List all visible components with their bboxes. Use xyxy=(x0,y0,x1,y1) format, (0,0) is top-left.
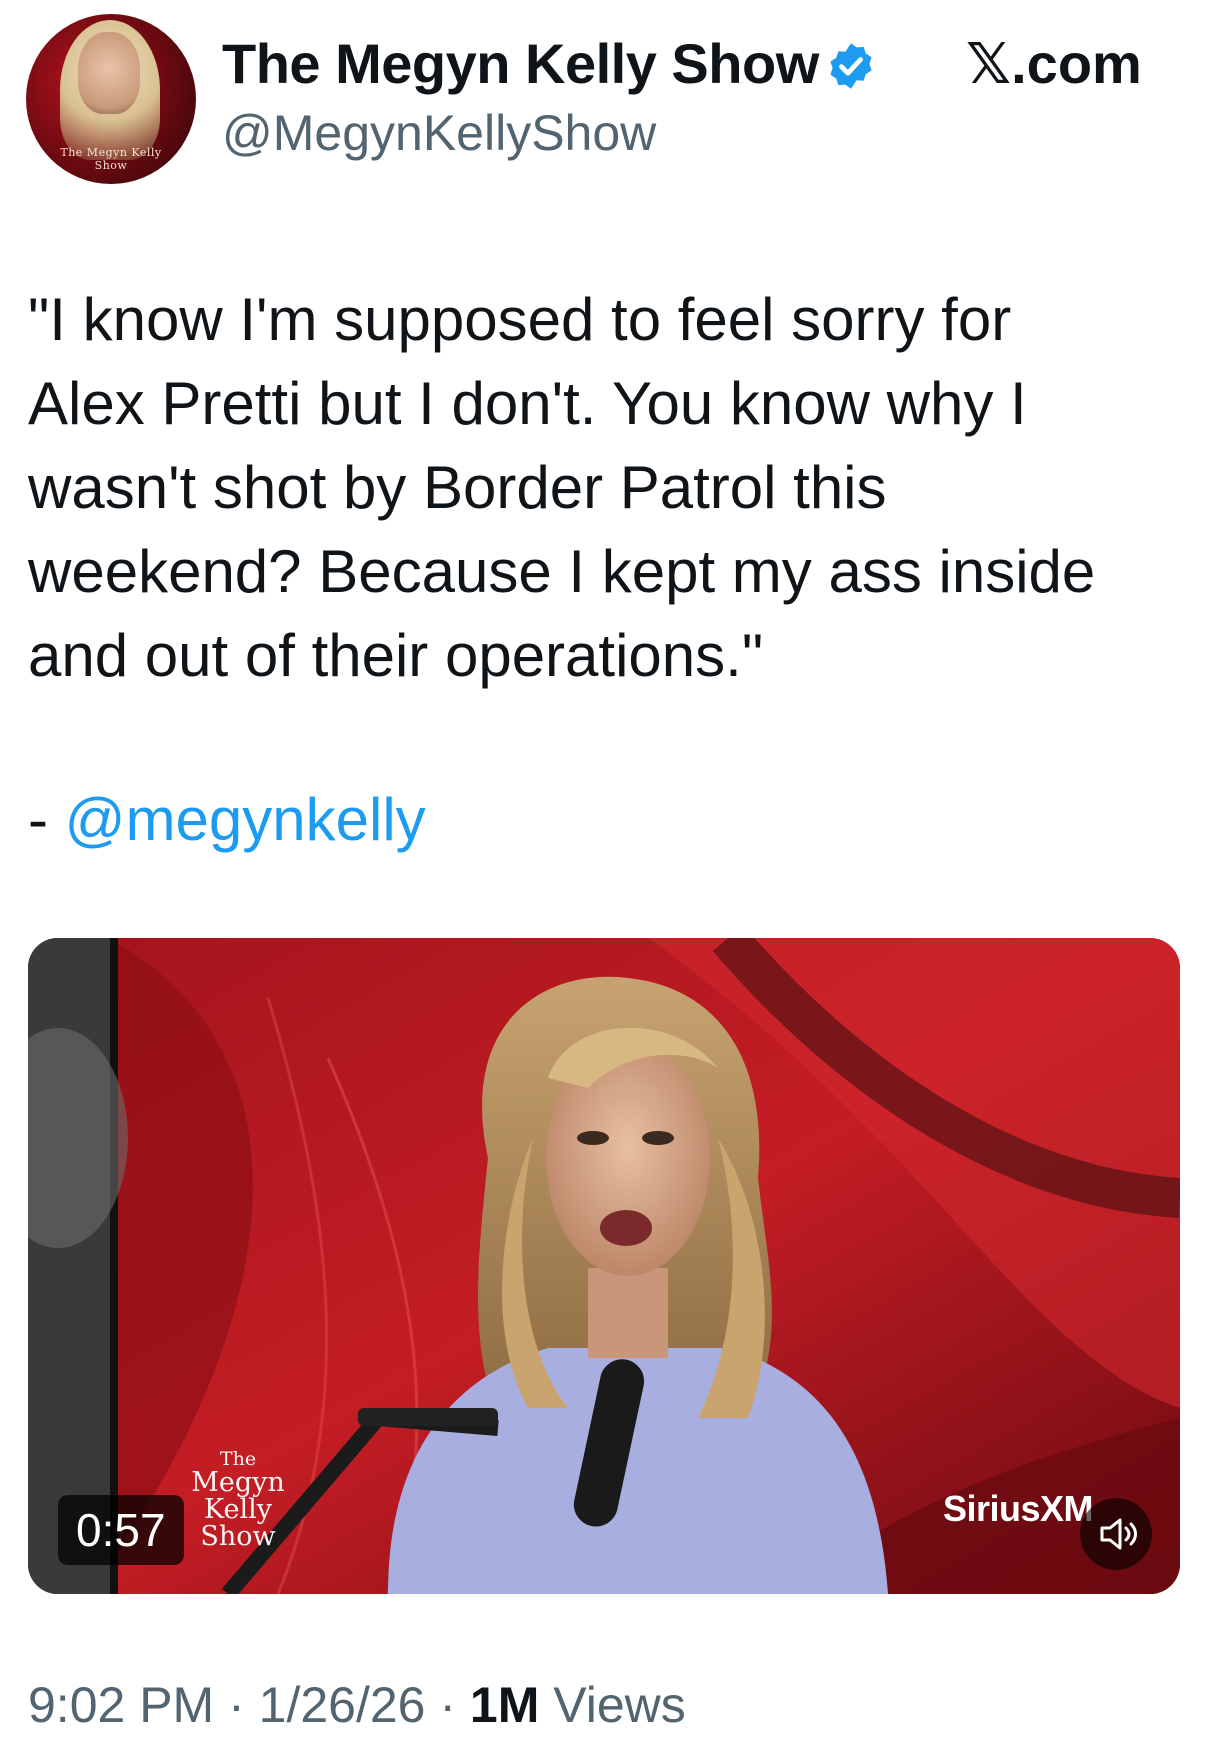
avatar-face xyxy=(78,32,140,114)
handle[interactable]: @MegynKellyShow xyxy=(222,108,656,158)
video-duration: 0:57 xyxy=(58,1495,184,1565)
separator-dot: · xyxy=(214,1677,259,1733)
profile-avatar[interactable]: The Megyn Kelly Show xyxy=(26,14,196,184)
display-name[interactable]: The Megyn Kelly Show xyxy=(222,36,819,92)
mute-button[interactable] xyxy=(1080,1498,1152,1570)
tweet-meta: 9:02 PM · 1/26/26 · 1M Views xyxy=(28,1680,686,1730)
siriusxm-watermark: SiriusXM xyxy=(943,1488,1094,1529)
views-label[interactable]: Views xyxy=(539,1677,685,1733)
views-count[interactable]: 1M xyxy=(470,1677,539,1733)
attribution-prefix: - xyxy=(28,786,65,853)
show-logo-line: Megyn xyxy=(191,1467,285,1498)
avatar-logo-text: The Megyn Kelly Show xyxy=(60,146,162,172)
tweet-time[interactable]: 9:02 PM xyxy=(28,1677,214,1733)
show-logo-line: Show xyxy=(200,1521,276,1552)
mention-link[interactable]: @megynkelly xyxy=(65,786,426,853)
separator-dot: · xyxy=(425,1677,470,1733)
video-player[interactable]: 0:57 The Megyn Kelly Show SiriusXM xyxy=(28,938,1180,1594)
x-com-brand: 𝕏.com xyxy=(966,32,1142,95)
show-logo: The Megyn Kelly Show xyxy=(178,1450,298,1552)
tweet-text: "I know I'm supposed to feel sorry for A… xyxy=(28,286,1096,689)
tweet-attribution: - @megynkelly xyxy=(28,778,426,862)
speaker-muted-icon xyxy=(1100,1518,1137,1550)
show-logo-line: Kelly xyxy=(204,1494,272,1525)
verified-badge-icon xyxy=(830,43,872,89)
tweet-date[interactable]: 1/26/26 xyxy=(259,1677,426,1733)
